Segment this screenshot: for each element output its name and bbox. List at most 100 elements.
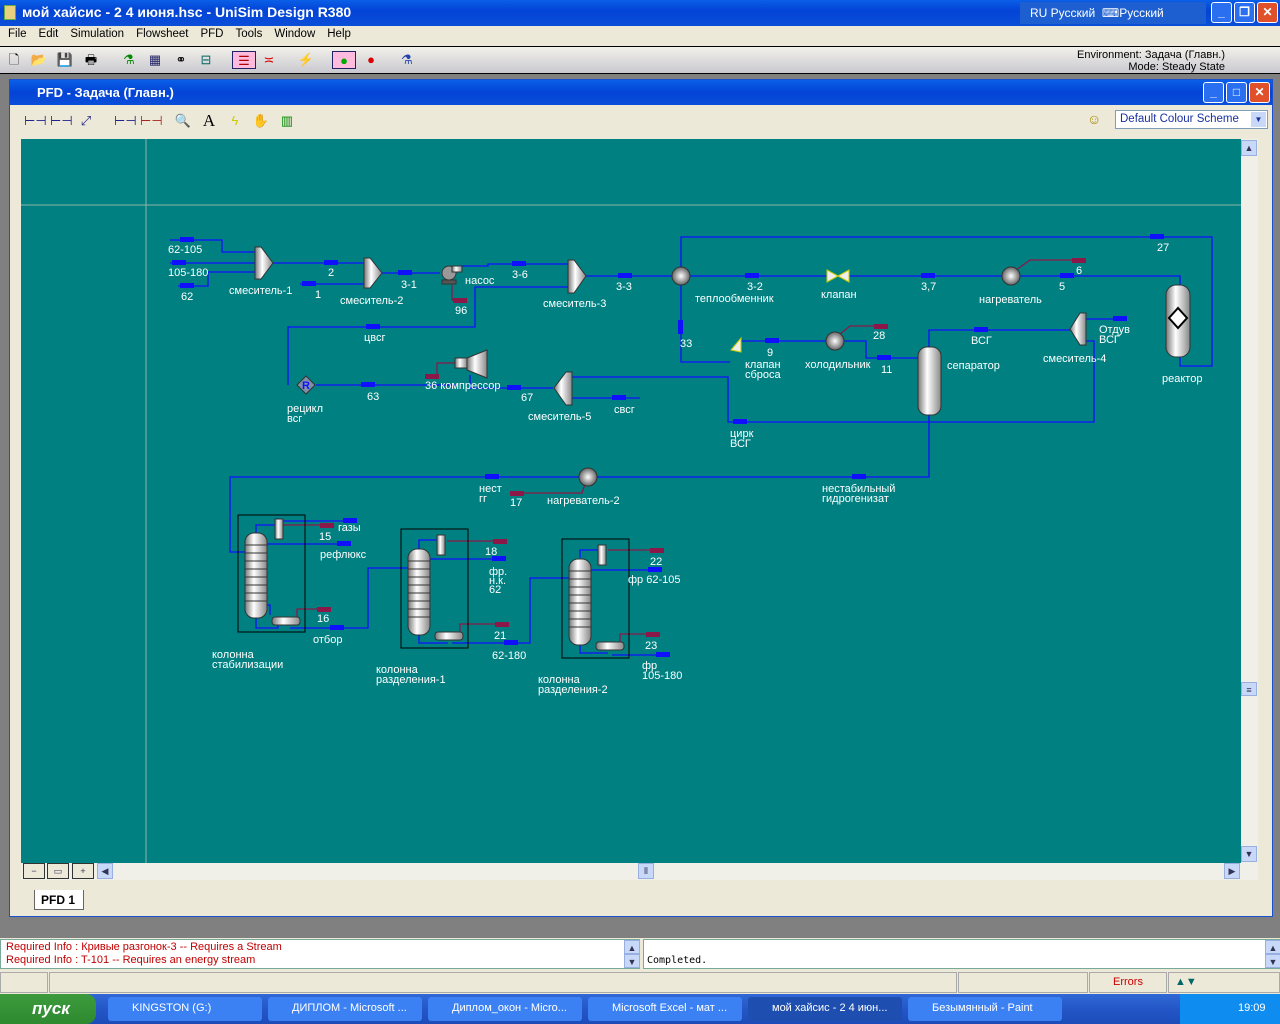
stream-unstable-hydrogenate[interactable] [597,415,930,478]
heat-exchanger[interactable] [671,266,691,286]
message-panel[interactable]: Required Info : Кривые разгонок-3 -- Req… [0,939,640,969]
label-23: 23 [645,640,657,652]
label-column-3-2: разделения-2 [538,684,608,696]
label-draw: отбор [313,634,342,646]
label-cooler: холодильник [805,359,871,371]
label-21: 21 [494,630,506,642]
valve[interactable] [826,269,850,283]
label-heater-2: нагреватель-2 [547,495,620,507]
label-column-1-2: стабилизации [212,659,283,671]
relief-valve[interactable] [730,336,742,353]
label-purge-2: ВСГ [1099,334,1120,346]
label-fr-62-105: фр 62-105 [628,574,680,586]
label-6: 6 [1076,265,1082,277]
task-label: Безымянный - Paint [932,1002,1033,1014]
errors-label: Errors [1113,976,1143,988]
trace-scroll-up[interactable]: ▲ [1265,940,1280,954]
label-15: 15 [319,531,331,543]
label-heater: нагреватель [979,294,1042,306]
stream-vsg[interactable] [928,329,1070,347]
taskbar-item-unisim[interactable]: мой хайсис - 2 4 июн... [748,997,902,1021]
message-line: Required Info : T-101 -- Requires an ene… [6,954,256,966]
label-33: 33 [680,338,692,350]
task-label: KINGSTON (G:) [132,1002,212,1014]
label-mixer-1: смеситель-1 [229,285,292,297]
task-label: мой хайсис - 2 4 июн... [772,1002,888,1014]
taskbar-item-paint[interactable]: Безымянный - Paint [908,997,1062,1021]
taskbar-item-excel[interactable]: Microsoft Excel - мат ... [588,997,742,1021]
condenser-3 [597,544,607,566]
separator[interactable] [917,346,942,416]
heater[interactable] [1001,266,1021,286]
energy-arrows [317,258,1086,637]
reboiler-3 [595,641,625,651]
label-16: 16 [317,613,329,625]
stream-5[interactable] [1019,275,1181,285]
status-cell [958,972,1088,993]
label-vsg: ВСГ [971,335,992,347]
mixer-2[interactable] [363,257,383,289]
label-27: 27 [1157,242,1169,254]
label-mixer-2: смеситель-2 [340,295,403,307]
message-scroll-down[interactable]: ▼ [624,954,640,968]
mixer-3[interactable] [567,259,587,294]
label-67: 67 [521,392,533,404]
stream-otbor[interactable] [290,567,409,629]
label-22: 22 [650,556,662,568]
label-3-1: 3-1 [401,279,417,291]
label-18: 18 [485,546,497,558]
label-62: 62 [181,291,193,303]
label-recycle-2: всг [287,413,302,425]
label-mixer-4: смеситель-4 [1043,353,1106,365]
label-3-7: 3,7 [921,281,936,293]
mixer-5[interactable] [553,371,573,406]
cooler[interactable] [825,331,845,351]
label-svsg: свсг [614,404,635,416]
label-mixer-5: смеситель-5 [528,411,591,423]
mixer-4[interactable] [1069,312,1087,346]
label-heat-exchanger: теплообменник [695,293,774,305]
recycle-r-icon: R [302,380,310,392]
taskbar-item-kingston[interactable]: KINGSTON (G:) [108,997,262,1021]
label-96: 96 [455,305,467,317]
label-fr-105-180-2: 105-180 [642,670,682,682]
label-63: 63 [367,391,379,403]
trace-panel[interactable]: Completed. [643,939,1280,969]
label-reflux: рефлюкс [320,549,367,561]
errors-indicator[interactable]: Errors [1089,972,1167,993]
energy-stream-96[interactable] [451,285,467,301]
label-11: 11 [881,364,892,376]
start-button[interactable]: пуск [0,994,96,1024]
label-separator: сепаратор [947,360,1000,372]
separation-column-2[interactable] [568,558,592,646]
task-label: ДИПЛОМ - Microsoft ... [292,1002,407,1014]
taskbar-item-diplom-okon[interactable]: Диплом_окон - Micro... [428,997,582,1021]
stabilization-column[interactable] [244,532,268,619]
stream-62-180[interactable] [452,577,570,644]
label-3-2: 3-2 [747,281,763,293]
task-label: Microsoft Excel - мат ... [612,1002,728,1014]
message-line: Required Info : Кривые разгонок-3 -- Req… [6,941,282,953]
heater-2[interactable] [578,467,598,487]
stream-circ-vsg[interactable] [572,340,1095,423]
condenser-1 [274,518,284,540]
mixer-1[interactable] [254,246,274,280]
label-pump: насос [465,275,495,287]
label-62-180: 62-180 [492,650,526,662]
stream-cvsg[interactable] [287,286,568,385]
separation-column-1[interactable] [407,548,431,636]
label-mixer-3: смеситель-3 [543,298,606,310]
trace-scroll-down[interactable]: ▼ [1265,954,1280,968]
label-17: 17 [510,497,522,509]
pump[interactable] [441,265,463,285]
label-105-180: 105-180 [168,267,208,279]
message-scroll-up[interactable]: ▲ [624,940,640,954]
object-status-toggle[interactable]: ▲▼ [1168,972,1280,993]
label-5: 5 [1059,281,1065,293]
taskbar-item-diplom[interactable]: ДИПЛОМ - Microsoft ... [268,997,422,1021]
clock[interactable]: 19:09 [1238,1002,1266,1014]
label-28: 28 [873,330,885,342]
compressor[interactable] [454,349,488,379]
label-9: 9 [767,347,773,359]
label-valve: клапан [821,289,857,301]
